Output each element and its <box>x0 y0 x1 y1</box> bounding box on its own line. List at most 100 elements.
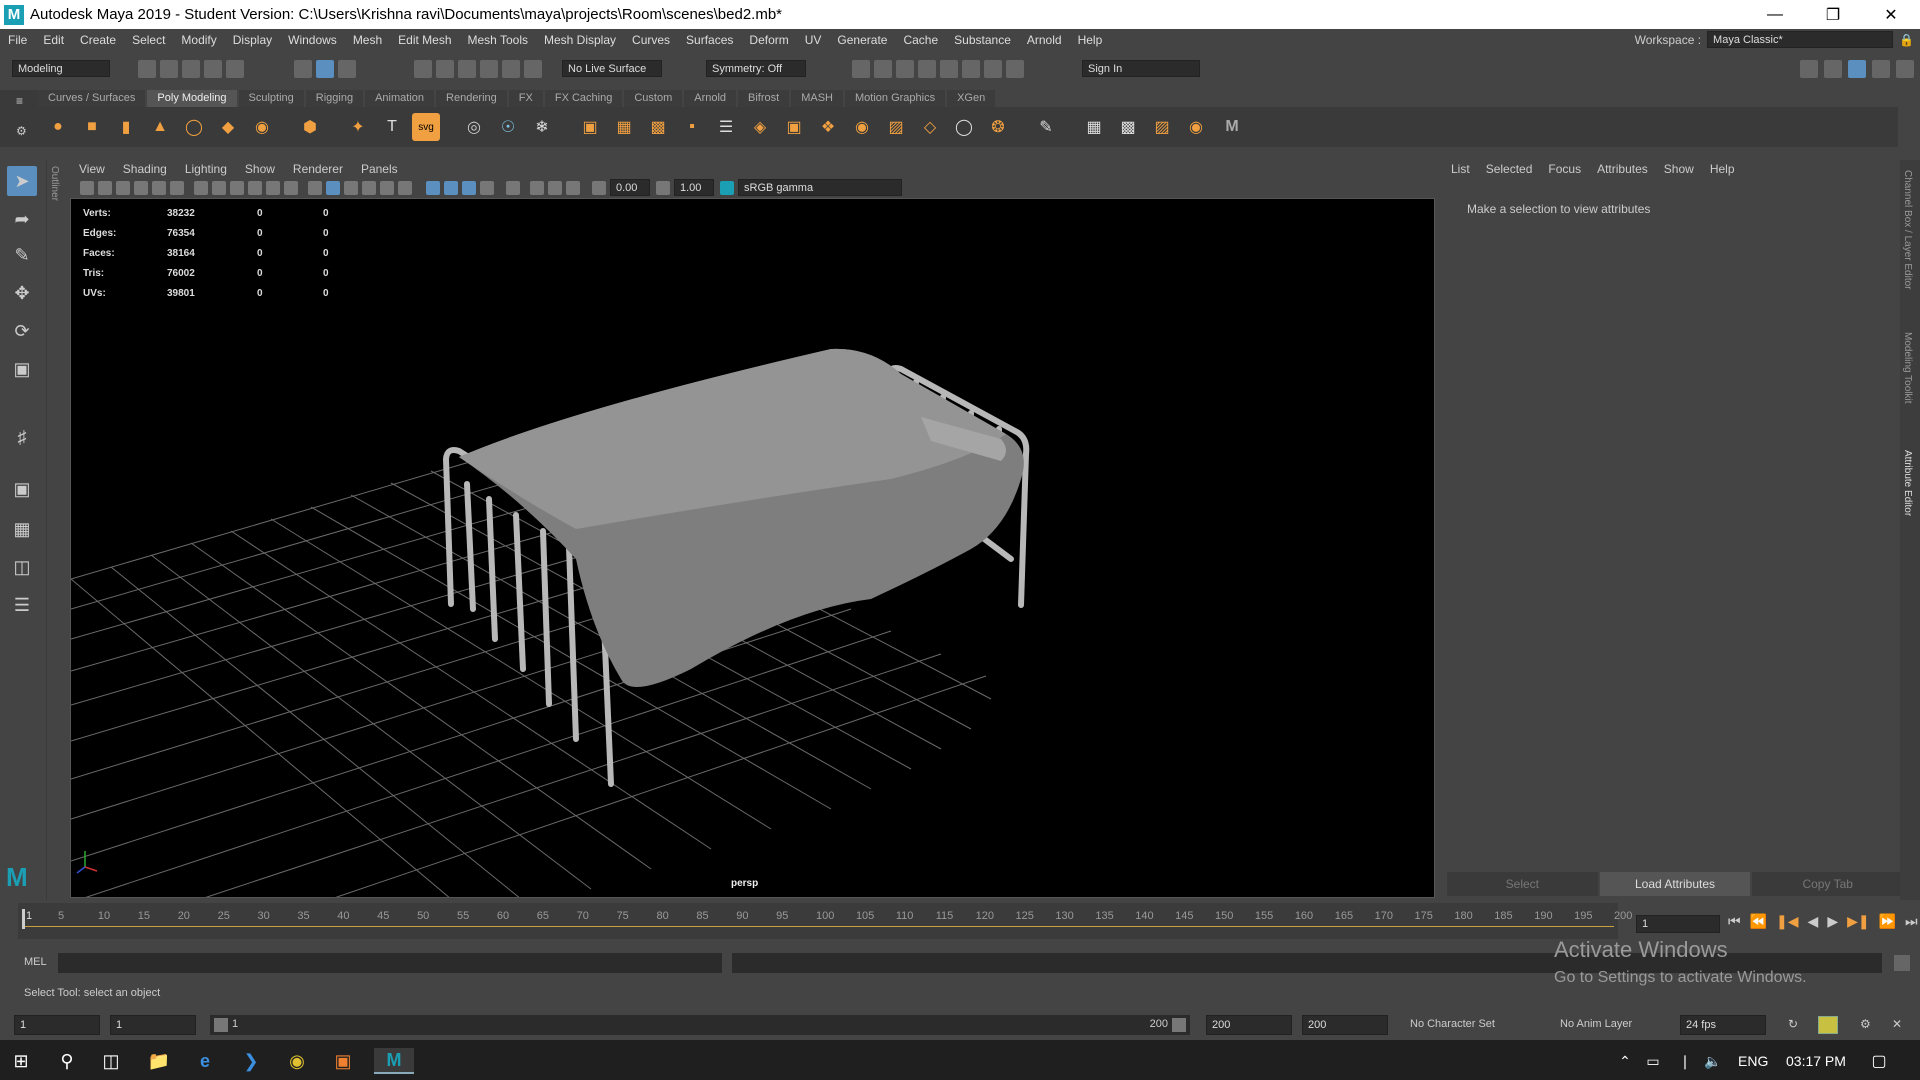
anim-layer-dropdown[interactable]: No Anim Layer <box>1560 1018 1632 1030</box>
shelf-tab-xgen[interactable]: XGen <box>947 90 996 107</box>
ae-select-button[interactable]: Select <box>1447 872 1598 896</box>
lasso-tool-icon[interactable]: ➦ <box>7 204 37 234</box>
ambient-occlusion-icon[interactable] <box>426 181 440 195</box>
smooth-shade-icon[interactable] <box>326 181 340 195</box>
paint-select-icon[interactable]: ✎ <box>7 240 37 270</box>
toggle-layer-editor-icon[interactable] <box>1896 60 1914 78</box>
outliner-tab[interactable]: Outliner <box>49 166 60 201</box>
menu-file[interactable]: File <box>0 33 35 47</box>
menu-deform[interactable]: Deform <box>741 33 796 47</box>
step-back-key-icon[interactable]: ⏪ <box>1750 913 1767 930</box>
center-pivot-icon[interactable]: ☉ <box>494 113 522 141</box>
shelf-tab-motion-graphics[interactable]: Motion Graphics <box>845 90 946 107</box>
shelf-tab-rigging[interactable]: Rigging <box>305 90 364 107</box>
move-tool-icon[interactable]: ✥ <box>7 278 37 308</box>
ae-menu-focus[interactable]: Focus <box>1540 162 1589 176</box>
quadrangulate-icon[interactable]: ❂ <box>984 113 1012 141</box>
play-backward-icon[interactable]: ◀ <box>1808 913 1819 930</box>
snap-curve-icon[interactable] <box>436 60 454 78</box>
fill-hole-icon[interactable]: ☰ <box>712 113 740 141</box>
poly-cone-icon[interactable]: ▲ <box>146 113 174 141</box>
menu-create[interactable]: Create <box>72 33 124 47</box>
menu-substance[interactable]: Substance <box>946 33 1019 47</box>
shelf-tab-fx-caching[interactable]: FX Caching <box>544 90 623 107</box>
menu-select[interactable]: Select <box>124 33 173 47</box>
workspace-dropdown[interactable]: Maya Classic* <box>1707 31 1894 48</box>
menu-edit[interactable]: Edit <box>35 33 72 47</box>
ae-menu-list[interactable]: List <box>1443 162 1478 176</box>
loop-icon[interactable]: ↻ <box>1788 1017 1798 1031</box>
mirror-icon[interactable]: ◉ <box>848 113 876 141</box>
camera-attributes-icon[interactable] <box>98 181 112 195</box>
input-language[interactable]: ENG <box>1738 1053 1768 1069</box>
arnold-stop-icon[interactable] <box>984 60 1002 78</box>
exposure-field[interactable]: 0.00 <box>610 179 650 196</box>
boolean-icon[interactable]: ◈ <box>746 113 774 141</box>
windows-start-icon[interactable]: ⊞ <box>8 1048 34 1074</box>
viewport-menu-shading[interactable]: Shading <box>114 162 176 176</box>
snap-point-icon[interactable] <box>458 60 476 78</box>
bookmarks-icon[interactable] <box>116 181 130 195</box>
snap-vertex-icon[interactable] <box>524 60 542 78</box>
auto-key-icon[interactable] <box>1818 1016 1838 1034</box>
menu-uv[interactable]: UV <box>797 33 830 47</box>
wedge-icon[interactable]: ◉ <box>1182 113 1210 141</box>
xray-joints-icon[interactable] <box>548 181 562 195</box>
default-material-icon[interactable] <box>344 181 358 195</box>
live-surface-field[interactable]: No Live Surface <box>562 60 662 77</box>
insert-edge-loop-icon[interactable]: ▦ <box>1080 113 1108 141</box>
ae-menu-show[interactable]: Show <box>1656 162 1702 176</box>
shelf-tab-sculpting[interactable]: Sculpting <box>238 90 304 107</box>
extrude-icon[interactable]: ▣ <box>576 113 604 141</box>
type-tool-icon[interactable]: T <box>378 113 406 141</box>
viewport-menu-view[interactable]: View <box>70 162 114 176</box>
cleanup-icon[interactable]: ▨ <box>882 113 910 141</box>
redo-icon[interactable] <box>226 60 244 78</box>
toggle-tool-settings-icon[interactable] <box>1872 60 1890 78</box>
undo-icon[interactable] <box>204 60 222 78</box>
isolate-select-icon[interactable] <box>506 181 520 195</box>
ipr-render-icon[interactable] <box>896 60 914 78</box>
close-icon[interactable]: ✕ <box>1862 0 1920 29</box>
view-transform-dropdown[interactable]: sRGB gamma <box>738 179 902 196</box>
viewport-menu-renderer[interactable]: Renderer <box>284 162 352 176</box>
lights-icon[interactable] <box>380 181 394 195</box>
maya-taskbar-icon[interactable]: M <box>374 1048 414 1074</box>
menu-help[interactable]: Help <box>1070 33 1111 47</box>
chrome-icon[interactable]: ◉ <box>284 1048 310 1074</box>
menu-display[interactable]: Display <box>225 33 280 47</box>
shadows-icon[interactable] <box>398 181 412 195</box>
range-slider[interactable]: 1 200 <box>210 1015 1190 1035</box>
safe-action-icon[interactable] <box>284 181 298 195</box>
shelf-tab-poly-modeling[interactable]: Poly Modeling <box>147 90 237 107</box>
last-tool-icon[interactable]: ♯ <box>7 422 37 452</box>
poly-torus-icon[interactable]: ◯ <box>180 113 208 141</box>
playback-start-field[interactable]: 1 <box>110 1015 196 1035</box>
shelf-tab-animation[interactable]: Animation <box>365 90 435 107</box>
shelf-tab-custom[interactable]: Custom <box>624 90 683 107</box>
animation-start-field[interactable]: 1 <box>14 1015 100 1035</box>
poly-cylinder-icon[interactable]: ▮ <box>112 113 140 141</box>
shelf-tab-mash[interactable]: MASH <box>791 90 843 107</box>
menu-generate[interactable]: Generate <box>829 33 895 47</box>
play-forward-icon[interactable]: ▶ <box>1827 913 1838 930</box>
animation-prefs-icon[interactable]: ⚙ <box>1860 1017 1871 1031</box>
exposure-icon[interactable] <box>592 181 606 195</box>
select-component-icon[interactable] <box>338 60 356 78</box>
super-shape-icon[interactable]: ✦ <box>344 113 372 141</box>
shelf-tab-bifrost[interactable]: Bifrost <box>738 90 790 107</box>
bevel-icon[interactable]: ▪ <box>678 113 706 141</box>
tray-chevron-icon[interactable]: ⌃ <box>1612 1048 1638 1074</box>
side-tab-channel-box[interactable]: Channel Box / Layer Editor <box>1902 170 1913 290</box>
select-tool-icon[interactable]: ➤ <box>7 166 37 196</box>
battery-icon[interactable]: ▭ <box>1640 1048 1666 1074</box>
step-back-frame-icon[interactable]: ❚◀ <box>1776 913 1799 930</box>
menu-surfaces[interactable]: Surfaces <box>678 33 741 47</box>
poly-disc-icon[interactable]: ◉ <box>248 113 276 141</box>
ae-menu-attributes[interactable]: Attributes <box>1589 162 1656 176</box>
two-view-layout-icon[interactable]: ◫ <box>7 552 37 582</box>
toggle-modeling-toolkit-icon[interactable] <box>1800 60 1818 78</box>
append-polygon-icon[interactable]: ▩ <box>644 113 672 141</box>
range-end-handle[interactable] <box>1172 1018 1186 1032</box>
save-scene-icon[interactable] <box>182 60 200 78</box>
